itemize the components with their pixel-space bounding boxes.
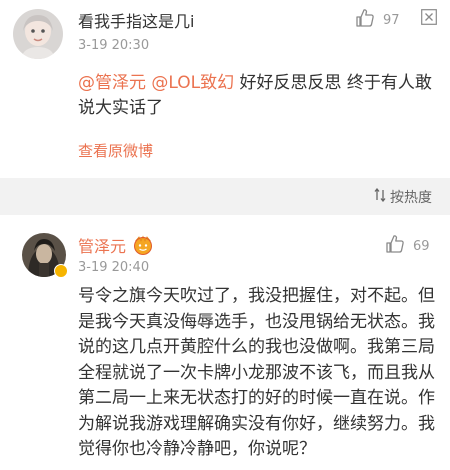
like-count: 97 xyxy=(383,12,400,28)
like-button[interactable]: 97 xyxy=(355,8,400,32)
sort-button[interactable]: 按热度 xyxy=(374,187,432,207)
mention-link[interactable]: @管泽元 xyxy=(78,73,146,93)
mention-link[interactable]: @LOL致幻 xyxy=(151,73,234,93)
username[interactable]: 管泽元 xyxy=(78,233,126,257)
view-original-link[interactable]: 查看原微博 xyxy=(78,140,153,161)
like-count: 69 xyxy=(413,238,430,254)
sort-label: 按热度 xyxy=(390,190,432,206)
timestamp: 3-19 20:30 xyxy=(78,38,150,53)
like-button[interactable]: 69 xyxy=(385,234,430,258)
comment-text: @管泽元 @LOL致幻 好好反思反思 终于有人敢说大实话了 xyxy=(78,71,438,121)
reply-header: 管泽元 xyxy=(78,233,154,257)
fan-badge-icon xyxy=(132,234,154,256)
reply-item: 管泽元 3-19 20:40 69 号令之旗今天吹过了，我没把握住，对不起。但是… xyxy=(0,215,450,470)
avatar[interactable] xyxy=(13,9,63,59)
verified-badge-icon xyxy=(54,264,68,278)
comment-item: 看我手指这是几i 3-19 20:30 97 @管泽元 @LOL致幻 好好反思反… xyxy=(0,0,450,178)
timestamp: 3-19 20:40 xyxy=(78,260,150,275)
comment-page: 看我手指这是几i 3-19 20:30 97 @管泽元 @LOL致幻 好好反思反… xyxy=(0,0,450,470)
close-box-icon[interactable] xyxy=(421,9,437,25)
sort-arrows-icon xyxy=(374,187,386,206)
reply-text: 号令之旗今天吹过了，我没把握住，对不起。但是我今天真没侮辱选手，也没甩锅给无状态… xyxy=(78,286,435,459)
thumbs-up-icon xyxy=(385,234,405,258)
username[interactable]: 看我手指这是几i xyxy=(78,8,194,32)
sort-bar: 按热度 xyxy=(0,178,450,215)
thumbs-up-icon xyxy=(355,8,375,32)
